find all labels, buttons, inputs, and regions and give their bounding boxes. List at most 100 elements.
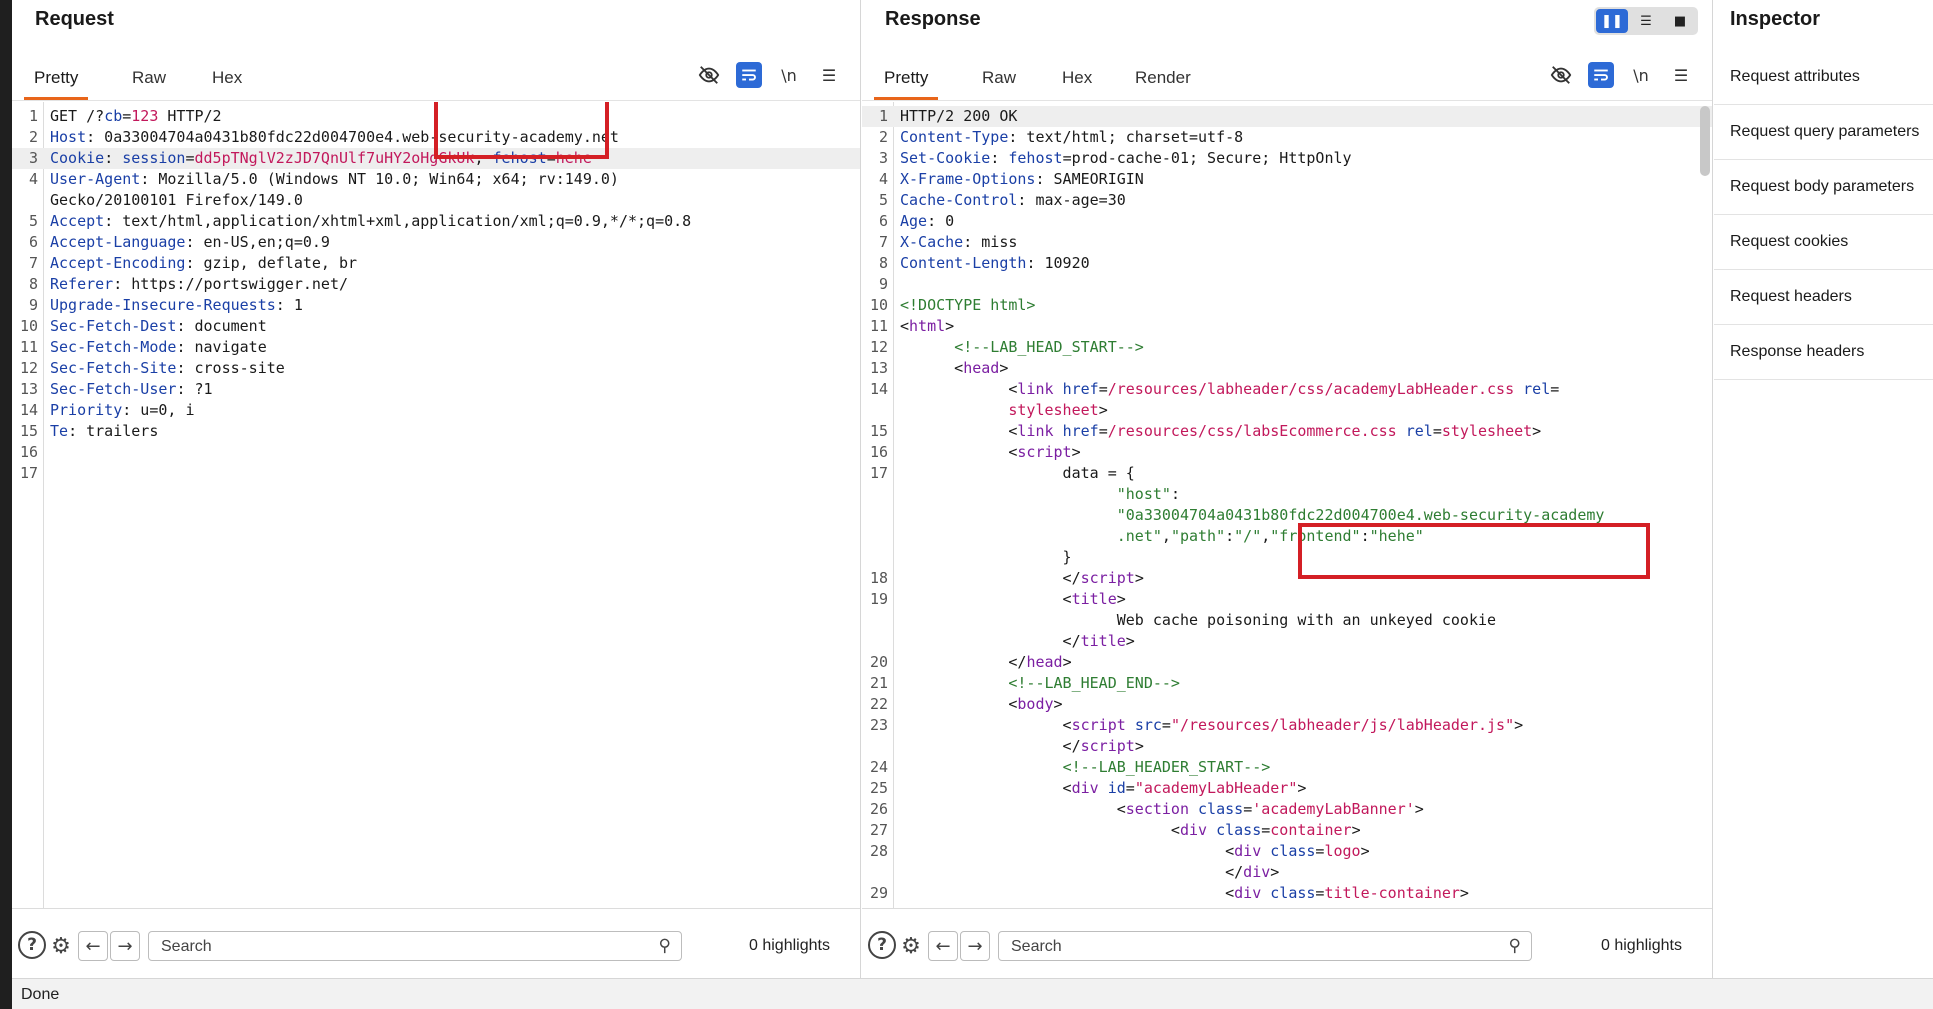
line-number: 28	[869, 842, 888, 860]
response-code-line: 29 <div class=title-container>	[862, 883, 1712, 904]
line-text: Priority: u=0, i	[50, 401, 195, 419]
search-icon[interactable]: ⚲	[1509, 936, 1521, 956]
response-code-line: "host":	[862, 484, 1712, 505]
inspector-response-headers[interactable]: Response headers	[1714, 325, 1933, 380]
response-code-line: 18 </script>	[862, 568, 1712, 589]
layout-toggle: ❚❚ ☰ ■	[1594, 7, 1698, 35]
menu-icon[interactable]: ☰	[1668, 62, 1694, 88]
line-number: 14	[19, 401, 38, 419]
window-left-edge	[0, 0, 12, 1009]
request-code-line: 4 User-Agent: Mozilla/5.0 (Windows NT 10.…	[12, 169, 860, 190]
layout-single-icon[interactable]: ■	[1664, 9, 1696, 33]
response-tool-icons: \n ☰	[1548, 62, 1694, 88]
forward-arrow-icon[interactable]: →	[960, 931, 990, 961]
response-code-line: }	[862, 547, 1712, 568]
line-text: <link href=/resources/css/labsEcommerce.…	[900, 422, 1542, 440]
response-code-line: 5 Cache-Control: max-age=30	[862, 190, 1712, 211]
response-code-line: 1 HTTP/2 200 OK	[862, 106, 1712, 127]
request-tab-hex[interactable]: Hex	[202, 66, 252, 100]
line-number: 11	[19, 338, 38, 356]
request-search-input[interactable]	[161, 936, 643, 958]
response-code-line: 19 <title>	[862, 589, 1712, 610]
line-text: Cookie: session=dd5pTNglV2zJD7QnUlf7uHY2…	[50, 149, 592, 167]
response-code-line: 15 <link href=/resources/css/labsEcommer…	[862, 421, 1712, 442]
line-number: 18	[869, 569, 888, 587]
line-text: Age: 0	[900, 212, 955, 230]
menu-icon[interactable]: ☰	[816, 62, 842, 88]
back-arrow-icon[interactable]: ←	[78, 931, 108, 961]
wrap-lines-icon[interactable]	[1588, 62, 1614, 88]
response-code-line: 16 <script>	[862, 442, 1712, 463]
settings-gear-icon[interactable]: ⚙	[46, 931, 76, 961]
inspector-request-query-parameters[interactable]: Request query parameters	[1714, 105, 1933, 160]
line-text: .net","path":"/","frontend":"hehe"	[1116, 527, 1424, 545]
response-highlights-count: 0 highlights	[1601, 937, 1682, 954]
status-bar: Done	[12, 978, 1933, 1009]
layout-stacked-icon[interactable]: ☰	[1630, 9, 1662, 33]
line-text: <script>	[900, 443, 1081, 461]
line-number: 27	[869, 821, 888, 839]
line-number: 17	[869, 464, 888, 482]
line-number: 14	[869, 380, 888, 398]
search-icon[interactable]: ⚲	[659, 936, 671, 956]
response-search-input[interactable]	[1011, 936, 1493, 958]
line-text: <body>	[900, 695, 1063, 713]
forward-arrow-icon[interactable]: →	[110, 931, 140, 961]
response-code-line: 23 <script src="/resources/labheader/js/…	[862, 715, 1712, 736]
inspector-request-cookies[interactable]: Request cookies	[1714, 215, 1933, 270]
line-number: 8	[878, 254, 888, 272]
line-number: 7	[28, 254, 38, 272]
request-tab-raw[interactable]: Raw	[122, 66, 176, 100]
newline-icon[interactable]: \n	[1628, 62, 1654, 88]
response-tab-pretty[interactable]: Pretty	[874, 66, 939, 100]
help-icon[interactable]: ?	[868, 931, 896, 959]
response-code-line: 24 <!--LAB_HEADER_START-->	[862, 757, 1712, 778]
response-code-line: </title>	[862, 631, 1712, 652]
response-panel: Response ❚❚ ☰ ■ Pretty Raw Hex Render \n…	[862, 0, 1713, 978]
wrap-lines-icon[interactable]	[736, 62, 762, 88]
request-tab-pretty[interactable]: Pretty	[24, 66, 89, 100]
line-text: Gecko/20100101 Firefox/149.0	[50, 191, 303, 209]
request-code-line: 12 Sec-Fetch-Site: cross-site	[12, 358, 860, 379]
request-code-line: 8 Referer: https://portswigger.net/	[12, 274, 860, 295]
inspector-request-attributes[interactable]: Request attributes	[1714, 50, 1933, 105]
response-search-box[interactable]: ⚲	[998, 931, 1532, 961]
request-search-box[interactable]: ⚲	[148, 931, 682, 961]
hide-eye-icon[interactable]	[1548, 62, 1574, 88]
line-number: 2	[878, 128, 888, 146]
line-text: <!DOCTYPE html>	[900, 296, 1036, 314]
response-tab-raw[interactable]: Raw	[972, 66, 1026, 100]
line-text: <link href=/resources/labheader/css/acad…	[900, 380, 1560, 398]
line-text: User-Agent: Mozilla/5.0 (Windows NT 10.0…	[50, 170, 619, 188]
help-icon[interactable]: ?	[18, 931, 46, 959]
request-code-line: 7 Accept-Encoding: gzip, deflate, br	[12, 253, 860, 274]
layout-side-by-side-icon[interactable]: ❚❚	[1596, 9, 1628, 33]
response-code-line: 3 Set-Cookie: fehost=prod-cache-01; Secur…	[862, 148, 1712, 169]
response-scrollbar[interactable]	[1700, 106, 1710, 176]
response-tab-hex[interactable]: Hex	[1052, 66, 1102, 100]
status-text: Done	[21, 986, 60, 1003]
newline-icon[interactable]: \n	[776, 62, 802, 88]
line-number: 2	[28, 128, 38, 146]
line-text: Set-Cookie: fehost=prod-cache-01; Secure…	[900, 149, 1352, 167]
line-number: 20	[869, 653, 888, 671]
inspector-request-headers[interactable]: Request headers	[1714, 270, 1933, 325]
response-editor[interactable]: 1 HTTP/2 200 OK 2 Content-Type: text/html; …	[862, 102, 1712, 908]
response-tab-render[interactable]: Render	[1125, 66, 1201, 100]
line-number: 15	[869, 422, 888, 440]
line-text: Upgrade-Insecure-Requests: 1	[50, 296, 303, 314]
response-code-line: 9	[862, 274, 1712, 295]
settings-gear-icon[interactable]: ⚙	[896, 931, 926, 961]
back-arrow-icon[interactable]: ←	[928, 931, 958, 961]
request-footer: ? ⚙ ← → ⚲ 0 highlights	[12, 908, 860, 978]
request-code-line: 13 Sec-Fetch-User: ?1	[12, 379, 860, 400]
hide-eye-icon[interactable]	[696, 62, 722, 88]
response-code-line: 7 X-Cache: miss	[862, 232, 1712, 253]
request-code-line: 9 Upgrade-Insecure-Requests: 1	[12, 295, 860, 316]
response-code-line: Web cache poisoning with an unkeyed cook…	[862, 610, 1712, 631]
inspector-request-body-parameters[interactable]: Request body parameters	[1714, 160, 1933, 215]
request-editor[interactable]: 1 GET /?cb=123 HTTP/2 2 Host: 0a33004704a04…	[12, 102, 860, 908]
line-number: 16	[19, 443, 38, 461]
line-number: 17	[19, 464, 38, 482]
line-text: Te: trailers	[50, 422, 159, 440]
